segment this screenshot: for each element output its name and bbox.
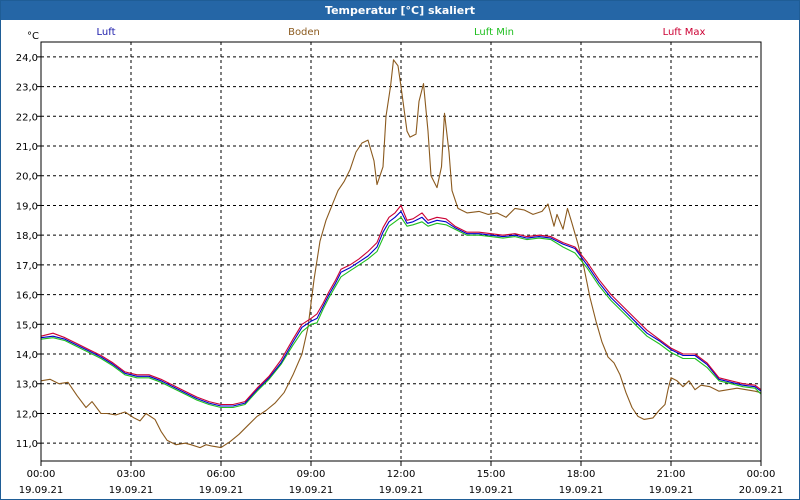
window-title: Temperatur [°C] skaliert (1, 1, 799, 20)
y-tick-label: 17,0 (16, 261, 38, 272)
y-tick-label: 21,0 (16, 142, 38, 153)
x-tick-date-label: 19.09.21 (109, 485, 154, 496)
x-tick-time-label: 12:00 (387, 469, 416, 480)
y-tick-label: 22,0 (16, 112, 38, 123)
y-tick-label: 12,0 (16, 409, 38, 420)
x-tick-time-label: 09:00 (297, 469, 326, 480)
x-tick-time-label: 15:00 (477, 469, 506, 480)
y-tick-label: 15,0 (16, 320, 38, 331)
y-tick-label: 24,0 (16, 53, 38, 64)
x-tick-time-label: 00:00 (27, 469, 56, 480)
x-tick-date-label: 19.09.21 (199, 485, 244, 496)
y-tick-label: 13,0 (16, 380, 38, 391)
x-tick-date-label: 20.09.21 (739, 485, 784, 496)
y-tick-label: 23,0 (16, 83, 38, 94)
x-tick-date-label: 19.09.21 (559, 485, 604, 496)
legend-entry-luft-max: Luft Max (663, 27, 706, 38)
y-tick-label: 11,0 (16, 439, 38, 450)
x-tick-date-label: 19.09.21 (19, 485, 64, 496)
x-tick-time-label: 21:00 (657, 469, 686, 480)
legend-entry-luft: Luft (97, 27, 116, 38)
y-tick-label: 20,0 (16, 172, 38, 183)
y-axis-unit: °C (27, 31, 39, 42)
chart-window: Temperatur [°C] skaliert Luft Boden Luft M… (0, 0, 800, 500)
grid (41, 42, 761, 461)
x-tick-date-label: 19.09.21 (469, 485, 514, 496)
legend: Luft Boden Luft Min Luft Max (97, 27, 706, 38)
x-tick-time-label: 00:00 (747, 469, 776, 480)
x-tick-date-label: 19.09.21 (379, 485, 424, 496)
x-tick-time-label: 06:00 (207, 469, 236, 480)
chart-canvas: Luft Boden Luft Min Luft Max 11,0 12,0 13,0 14… (16, 27, 784, 496)
y-tick-label: 18,0 (16, 231, 38, 242)
x-tick-date-label: 19.09.21 (649, 485, 694, 496)
x-tick-time-label: 18:00 (567, 469, 596, 480)
y-tick-label: 19,0 (16, 201, 38, 212)
y-tick-label: 14,0 (16, 350, 38, 361)
legend-entry-boden: Boden (288, 27, 320, 38)
axis-ticks: 11,0 12,0 13,0 14,0 15,0 16,0 17,0 18,0 19,0 20,0… (16, 53, 784, 496)
y-tick-label: 16,0 (16, 291, 38, 302)
x-tick-date-label: 19.09.21 (289, 485, 334, 496)
legend-entry-luft-min: Luft Min (474, 27, 514, 38)
x-tick-time-label: 03:00 (117, 469, 146, 480)
